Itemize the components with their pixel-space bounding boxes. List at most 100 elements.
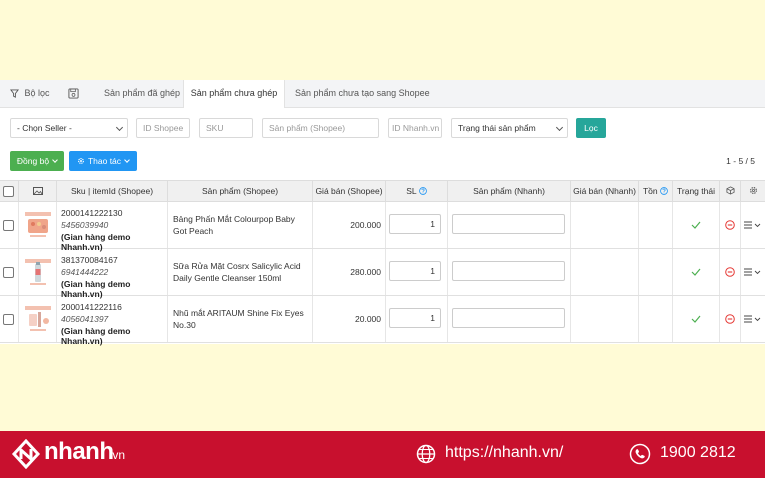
tab-unmatched[interactable]: Sản phẩm chưa ghép bbox=[183, 80, 285, 108]
status-select-value: Trạng thái sản phẩm bbox=[458, 123, 536, 133]
remove-cell bbox=[720, 249, 741, 295]
product-name-cell: Nhũ mắt ARITAUM Shine Fix Eyes No.30 bbox=[168, 296, 313, 342]
id-nhanh-input[interactable]: ID Nhanh.vn bbox=[388, 118, 442, 138]
shop-name: (Gian hàng demo Nhanh.vn) bbox=[61, 326, 131, 346]
header-price-nhanh: Giá bán (Nhanh) bbox=[571, 181, 639, 202]
filter-toggle[interactable]: Bộ lọc bbox=[10, 80, 50, 107]
row-checkbox[interactable] bbox=[3, 267, 14, 278]
globe-icon bbox=[416, 444, 436, 464]
gear-icon[interactable] bbox=[749, 186, 758, 195]
remove-icon[interactable] bbox=[725, 267, 735, 277]
phone-icon bbox=[629, 443, 651, 465]
product-thumb-cell bbox=[19, 202, 57, 248]
header-stock-label: Tồn bbox=[642, 186, 658, 196]
sku-value: 381370084167 bbox=[61, 255, 118, 265]
nhanh-product-input[interactable] bbox=[452, 261, 565, 281]
chevron-down-icon bbox=[52, 157, 58, 163]
nhanh-product-cell bbox=[448, 202, 571, 248]
qty-input[interactable]: 1 bbox=[389, 261, 441, 281]
nhanh-logo-icon bbox=[11, 439, 41, 469]
header-product-nhanh: Sản phẩm (Nhanh) bbox=[448, 181, 571, 202]
nhanh-product-input[interactable] bbox=[452, 308, 565, 328]
tab-matched[interactable]: Sản phẩm đã ghép bbox=[104, 80, 180, 107]
sku-cell: 2000141222116 4056041397 (Gian hàng demo… bbox=[57, 296, 168, 346]
product-image bbox=[23, 210, 53, 240]
item-id-value: 5456039940 bbox=[61, 220, 109, 230]
price-value: 20.000 bbox=[355, 314, 381, 324]
row-checkbox[interactable] bbox=[3, 314, 14, 325]
sku-cell: 2000141222130 5456039940 (Gian hàng demo… bbox=[57, 202, 168, 252]
remove-icon[interactable] bbox=[725, 220, 735, 230]
box-icon bbox=[725, 186, 735, 195]
operations-button-label: Thao tác bbox=[87, 156, 122, 166]
header-checkbox-cell bbox=[0, 181, 19, 202]
header-image-cell bbox=[19, 181, 57, 202]
row-checkbox-cell bbox=[0, 202, 19, 248]
sku-value: 2000141222130 bbox=[61, 208, 123, 218]
header-product-shopee: Sản phẩm (Shopee) bbox=[168, 181, 313, 202]
remove-cell bbox=[720, 296, 741, 342]
price-cell: 200.000 bbox=[313, 202, 386, 248]
table-row: 2000141222116 4056041397 (Gian hàng demo… bbox=[0, 296, 765, 346]
price-cell: 280.000 bbox=[313, 249, 386, 295]
status-cell bbox=[673, 249, 720, 295]
check-icon bbox=[691, 268, 701, 276]
id-shopee-input[interactable]: ID Shopee bbox=[136, 118, 190, 138]
header-qty: SL bbox=[386, 181, 448, 202]
remove-icon[interactable] bbox=[725, 314, 735, 324]
header-stock: Tồn bbox=[639, 181, 673, 202]
pagination-info: 1 - 5 / 5 bbox=[726, 156, 755, 166]
remove-cell bbox=[720, 202, 741, 248]
phone-number[interactable]: 1900 2812 bbox=[660, 444, 736, 462]
filter-button[interactable]: Lọc bbox=[576, 118, 606, 138]
header-box-cell bbox=[720, 181, 741, 202]
qty-input[interactable]: 1 bbox=[389, 214, 441, 234]
save-icon bbox=[68, 88, 79, 99]
item-id-value: 6941444222 bbox=[61, 267, 109, 277]
chevron-down-icon bbox=[555, 123, 564, 132]
product-shopee-input[interactable]: Sản phẩm (Shopee) bbox=[262, 118, 379, 138]
product-name-cell: Sữa Rửa Mặt Cosrx Salicylic Acid Daily G… bbox=[168, 249, 313, 295]
price-cell: 20.000 bbox=[313, 296, 386, 342]
table-header: Sku | itemId (Shopee) Sản phẩm (Shopee) … bbox=[0, 180, 765, 202]
save-icon-button[interactable] bbox=[68, 80, 79, 107]
operations-button[interactable]: Thao tác bbox=[69, 151, 137, 171]
website-link[interactable]: https://nhanh.vn/ bbox=[445, 444, 563, 462]
select-all-checkbox[interactable] bbox=[3, 186, 14, 197]
nhanh-product-cell bbox=[448, 249, 571, 295]
qty-cell: 1 bbox=[386, 202, 448, 248]
product-name-cell: Bảng Phấn Mắt Colourpop Baby Got Peach bbox=[168, 202, 313, 248]
help-icon[interactable] bbox=[660, 187, 668, 195]
price-value: 280.000 bbox=[350, 267, 381, 277]
sku-value: 2000141222116 bbox=[61, 302, 122, 312]
sync-button[interactable]: Đồng bộ bbox=[10, 151, 64, 171]
menu-icon[interactable] bbox=[744, 268, 762, 276]
tab-not-created[interactable]: Sản phẩm chưa tạo sang Shopee bbox=[295, 80, 430, 107]
product-name: Sữa Rửa Mặt Cosrx Salicylic Acid Daily G… bbox=[173, 261, 301, 283]
footer-banner: nhanh .vn https://nhanh.vn/ 1900 2812 bbox=[0, 431, 765, 478]
status-select[interactable]: Trạng thái sản phẩm bbox=[451, 118, 568, 138]
check-icon bbox=[691, 221, 701, 229]
menu-cell bbox=[741, 296, 765, 342]
qty-input[interactable]: 1 bbox=[389, 308, 441, 328]
seller-select-value: - Chọn Seller - bbox=[17, 123, 72, 133]
nhanh-product-input[interactable] bbox=[452, 214, 565, 234]
qty-cell: 1 bbox=[386, 296, 448, 342]
status-cell bbox=[673, 296, 720, 342]
menu-icon[interactable] bbox=[744, 221, 762, 229]
product-name: Bảng Phấn Mắt Colourpop Baby Got Peach bbox=[173, 214, 295, 236]
product-image bbox=[23, 257, 53, 287]
gear-icon bbox=[77, 158, 84, 164]
stock-cell bbox=[639, 249, 673, 295]
product-image bbox=[23, 304, 53, 334]
header-settings-cell bbox=[741, 181, 765, 202]
table-row: 2000141222130 5456039940 (Gian hàng demo… bbox=[0, 202, 765, 252]
menu-icon[interactable] bbox=[744, 315, 762, 323]
header-price-shopee: Giá bán (Shopee) bbox=[313, 181, 386, 202]
row-checkbox[interactable] bbox=[3, 220, 14, 231]
seller-select[interactable]: - Chọn Seller - bbox=[10, 118, 128, 138]
help-icon[interactable] bbox=[418, 187, 427, 195]
product-name: Nhũ mắt ARITAUM Shine Fix Eyes No.30 bbox=[173, 308, 304, 330]
row-checkbox-cell bbox=[0, 296, 19, 342]
sku-input[interactable]: SKU bbox=[199, 118, 253, 138]
